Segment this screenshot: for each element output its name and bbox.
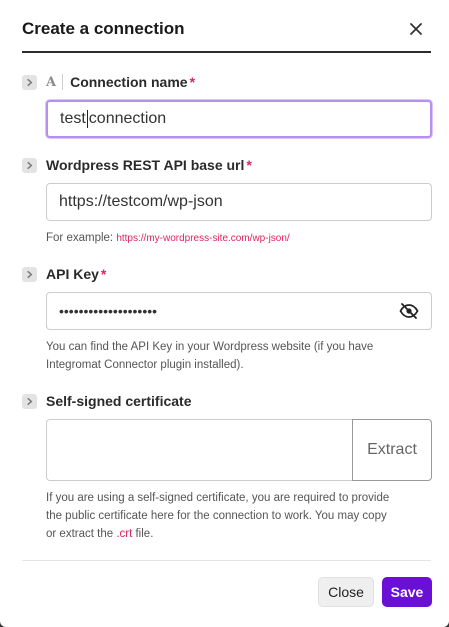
connection-name-label-row: A Connection name * (22, 72, 195, 92)
certificate-hint-line1: If you are using a self-signed certifica… (46, 492, 390, 504)
certificate-textarea[interactable] (46, 419, 353, 481)
hint-prefix: For example: (46, 232, 117, 244)
required-mark: * (100, 266, 107, 282)
dialog-title: Create a connection (22, 19, 185, 38)
chevron-right-icon[interactable] (22, 393, 37, 409)
hint-prefix: or extract the (46, 528, 117, 540)
chevron-right-icon[interactable] (22, 266, 37, 282)
close-button[interactable]: Close (318, 577, 374, 607)
chevron-right-icon[interactable] (22, 157, 37, 173)
api-key-hint-line1: You can find the API Key in your Wordpre… (46, 341, 374, 353)
text-caret (86, 110, 88, 128)
hint-suffix: file. (132, 528, 154, 540)
api-key-masked-value: •••••••••••••••••••• (59, 303, 158, 319)
save-button[interactable]: Save (382, 577, 432, 607)
api-key-hint-line2: Integromat Connector plugin installed). (46, 359, 244, 371)
close-icon[interactable] (407, 20, 425, 38)
text-type-icon: A (46, 74, 57, 90)
base-url-input[interactable]: https://testcom/wp-json (46, 183, 432, 221)
certificate-label-row: Self-signed certificate (22, 391, 192, 411)
certificate-hint-line2: the public certificate here for the conn… (46, 510, 387, 522)
certificate-hint: If you are using a self-signed certifica… (46, 489, 389, 543)
dialog-header: Create a connection (22, 18, 431, 53)
api-key-hint: You can find the API Key in your Wordpre… (46, 338, 373, 374)
connection-name-input[interactable]: test connection (46, 100, 432, 138)
divider (62, 74, 64, 90)
connection-name-value-start: test (60, 110, 86, 127)
api-key-input[interactable]: •••••••••••••••••••• (46, 292, 432, 330)
base-url-label-row: Wordpress REST API base url * (22, 155, 252, 175)
certificate-hint-line3: or extract the .crt file. (46, 525, 389, 543)
create-connection-dialog: Create a connection A Connection name * … (0, 0, 449, 627)
eye-off-icon[interactable] (399, 303, 419, 319)
api-key-label: API Key (46, 266, 99, 282)
connection-name-value-end: connection (88, 110, 167, 127)
crt-extension: .crt (116, 528, 133, 540)
connection-name-label: Connection name (70, 74, 188, 90)
base-url-hint: For example: https://my-wordpress-site.c… (46, 229, 290, 248)
extract-button[interactable]: Extract (352, 419, 432, 481)
api-key-label-row: API Key * (22, 264, 106, 284)
required-mark: * (246, 157, 252, 173)
example-url-link[interactable]: https://my-wordpress-site.com/wp-json/ (116, 233, 289, 244)
chevron-right-icon[interactable] (22, 74, 37, 90)
certificate-label: Self-signed certificate (46, 393, 192, 409)
base-url-value: https://testcom/wp-json (59, 193, 223, 210)
base-url-label: Wordpress REST API base url (46, 157, 245, 173)
footer-divider (22, 560, 431, 561)
required-mark: * (189, 74, 196, 90)
